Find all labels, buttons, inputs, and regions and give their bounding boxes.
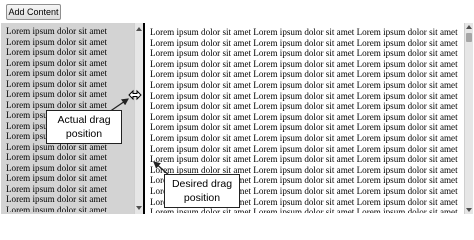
left-pane-line: Lorem ipsum dolor sit amet [6, 204, 108, 213]
callout-line: position [183, 192, 221, 204]
left-pane-line: Lorem ipsum dolor sit amet [6, 173, 108, 183]
left-pane-line: Lorem ipsum dolor sit amet [6, 57, 108, 68]
left-pane-line: Lorem ipsum dolor sit amet [6, 36, 108, 47]
left-pane-line: Lorem ipsum dolor sit amet [6, 78, 108, 89]
left-scrollbar[interactable] [134, 23, 143, 214]
right-scrollbar[interactable] [464, 23, 473, 214]
callout-line: Desired drag [171, 178, 233, 190]
left-pane-line: Lorem ipsum dolor sit amet [6, 99, 108, 110]
desired-drag-callout: Desired drag position [164, 174, 240, 208]
left-pane-line: Lorem ipsum dolor sit amet [6, 89, 108, 99]
add-content-button[interactable]: Add Content [6, 4, 61, 20]
left-pane-line: Lorem ipsum dolor sit amet [6, 26, 108, 36]
left-pane-line: Lorem ipsum dolor sit amet [6, 162, 108, 173]
scrollbar-thumb[interactable] [466, 33, 472, 42]
left-pane-line: Lorem ipsum dolor sit amet [6, 183, 108, 194]
scroll-down-icon[interactable] [136, 206, 142, 210]
callout-line: position [65, 128, 103, 140]
horizontal-resize-cursor-icon [128, 89, 142, 101]
left-pane-line: Lorem ipsum dolor sit amet [6, 68, 108, 78]
left-pane-line: Lorem ipsum dolor sit amet [6, 47, 108, 57]
callout-line: Actual drag [57, 114, 111, 126]
left-pane-line: Lorem ipsum dolor sit amet [6, 194, 108, 204]
left-pane-line: Lorem ipsum dolor sit amet [6, 152, 108, 162]
scroll-up-icon[interactable] [136, 27, 142, 31]
scroll-down-icon[interactable] [466, 208, 472, 212]
scroll-up-icon[interactable] [466, 25, 472, 29]
actual-drag-callout: Actual drag position [46, 110, 122, 144]
